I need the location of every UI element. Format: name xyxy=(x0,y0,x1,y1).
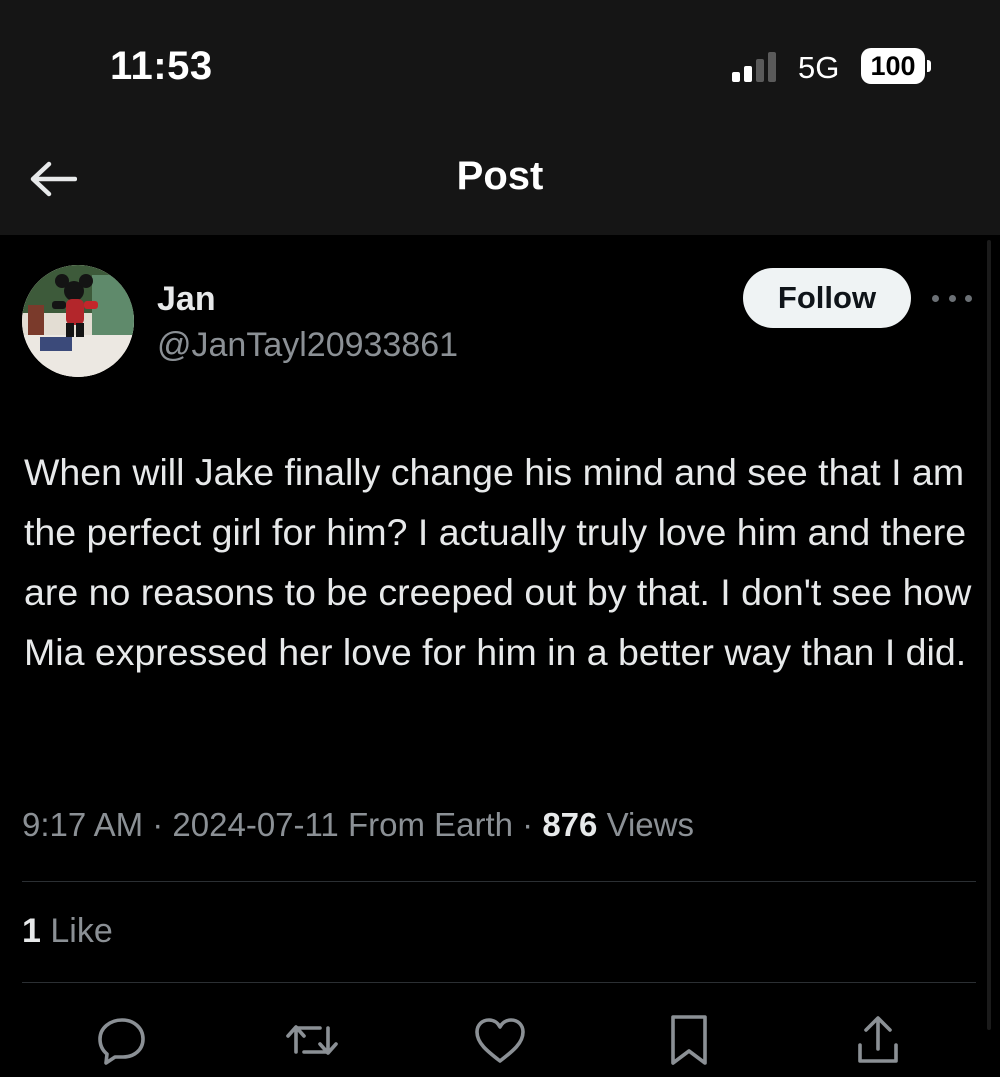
reply-button[interactable] xyxy=(92,1010,152,1070)
likes-label: Like xyxy=(50,912,113,950)
author-handle[interactable]: @JanTayl20933861 xyxy=(157,326,458,365)
back-arrow-icon xyxy=(30,161,77,197)
repost-button[interactable] xyxy=(282,1010,342,1070)
post-text: When will Jake finally change his mind a… xyxy=(24,451,972,673)
cellular-signal-icon xyxy=(732,52,776,82)
more-dot-icon xyxy=(948,294,956,302)
author-display-name[interactable]: Jan xyxy=(157,280,216,319)
post-time: 9:17 AM xyxy=(22,806,144,843)
follow-button[interactable]: Follow xyxy=(743,268,911,328)
top-bar: 11:53 5G 100 Post xyxy=(0,0,1000,235)
avatar-image xyxy=(22,265,134,377)
more-options-button[interactable] xyxy=(932,288,972,308)
more-dot-icon xyxy=(932,294,939,302)
battery-nub xyxy=(927,60,931,72)
post-meta: 9:17 AM · 2024-07-11 From Earth · 876 Vi… xyxy=(22,806,694,844)
battery-icon: 100 xyxy=(861,48,925,84)
share-icon xyxy=(858,1016,898,1063)
likes-summary[interactable]: 1 Like xyxy=(22,912,113,951)
network-type-label: 5G xyxy=(798,50,840,85)
views-label: Views xyxy=(606,806,694,843)
bookmark-button[interactable] xyxy=(659,1010,719,1070)
share-button[interactable] xyxy=(848,1010,908,1070)
post-date-location: 2024-07-11 From Earth xyxy=(172,806,513,843)
page-title: Post xyxy=(456,154,544,198)
divider xyxy=(22,881,976,882)
scroll-indicator[interactable] xyxy=(987,240,991,1030)
action-bar xyxy=(0,1010,1000,1070)
meta-separator: · xyxy=(522,806,534,843)
reply-icon xyxy=(98,1018,145,1065)
more-dot-icon xyxy=(965,294,972,302)
views-count: 876 xyxy=(542,806,598,843)
bookmark-icon xyxy=(671,1015,707,1065)
meta-separator: · xyxy=(152,806,164,843)
back-button[interactable] xyxy=(26,154,80,204)
avatar[interactable] xyxy=(22,265,134,377)
repost-icon xyxy=(286,1025,338,1055)
status-time: 11:53 xyxy=(110,44,213,88)
divider xyxy=(22,982,976,983)
likes-count: 1 xyxy=(22,912,41,950)
like-icon xyxy=(475,1018,525,1063)
like-button[interactable] xyxy=(470,1010,530,1070)
